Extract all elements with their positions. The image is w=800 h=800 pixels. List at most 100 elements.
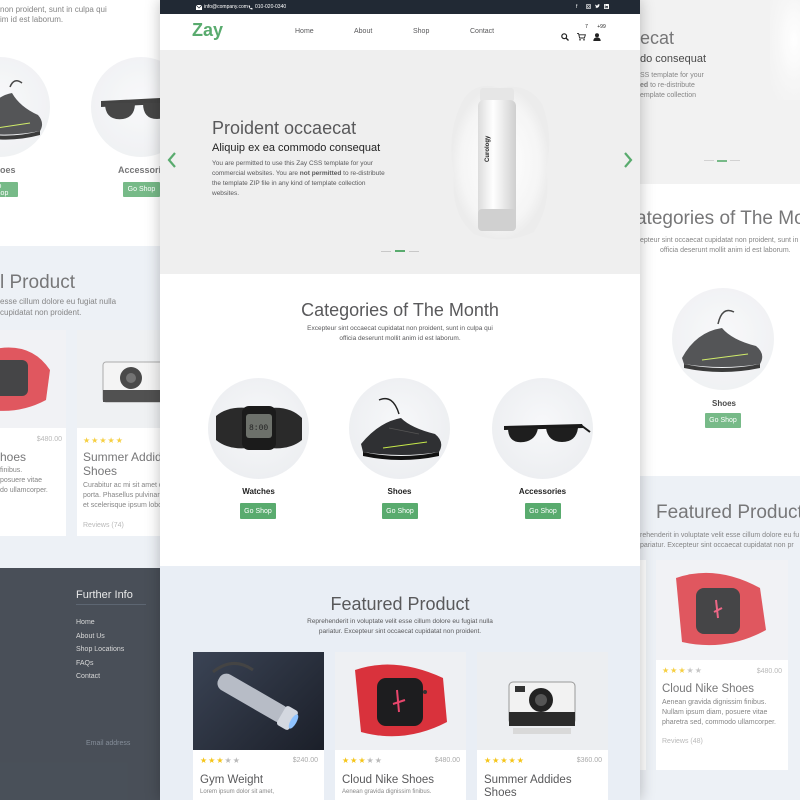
twitter-icon[interactable]	[595, 4, 600, 9]
user-badge: +99	[596, 22, 607, 31]
flashlight-icon	[212, 662, 299, 730]
categories-desc: Excepteur sint occaecat cupidatat non pr…	[307, 325, 493, 332]
bold-text: ed	[640, 82, 649, 89]
card-title: Cloud Nike Shoes	[662, 683, 755, 695]
svg-text:8:00: 8:00	[249, 424, 268, 433]
card-price: $480.00	[434, 757, 460, 764]
card-title: hoes	[0, 450, 27, 464]
hero-text: You are permitted to use this Zay CSS te…	[212, 159, 392, 199]
camera-icon	[508, 681, 576, 734]
card-text: et scelerisque ipsum lobor	[83, 502, 160, 509]
nav-about[interactable]: About	[354, 28, 372, 35]
smartwatch-icon	[0, 347, 50, 411]
nav-home[interactable]: Home	[295, 28, 314, 35]
left-product-card[interactable]: ★★★★★ Summer Addide Shoes Curabitur ac m…	[77, 330, 160, 536]
footer-link[interactable]: About Us	[76, 631, 105, 642]
facebook-icon[interactable]: f	[576, 4, 577, 10]
category-shoes-go-shop-button[interactable]: Go Shop	[382, 503, 418, 519]
categories-section: Categories of The Month Excepteur sint o…	[160, 274, 640, 566]
right-hero: ecat do consequat SS template for your e…	[640, 0, 800, 184]
carousel-indicator[interactable]	[381, 251, 391, 252]
category-accessories-go-shop-button[interactable]: Go Shop	[525, 503, 561, 519]
right-go-shop-button[interactable]: Go Shop	[705, 413, 741, 428]
shoe-icon	[361, 397, 442, 460]
camera-icon	[102, 361, 160, 403]
navbar: Zay Home About Shop Contact 7 +99	[160, 14, 640, 50]
footer-link[interactable]: Home	[76, 617, 95, 628]
watch-icon: 8:00	[216, 406, 302, 450]
email-text: info@company.com	[204, 4, 248, 10]
right-cat-desc: officia deserunt mollit anim id est labo…	[660, 247, 791, 254]
category-shoes-image[interactable]	[349, 378, 450, 479]
carousel-indicator[interactable]	[704, 160, 714, 161]
right-cat-title: ategories of The Mo	[640, 208, 800, 229]
footer-link[interactable]: Shop Locations	[76, 644, 124, 655]
category-watches-go-shop-button[interactable]: Go Shop	[240, 503, 276, 519]
prev-arrow-icon[interactable]	[167, 152, 177, 173]
card-title[interactable]: Gym Weight	[200, 774, 263, 787]
carousel-indicator-active[interactable]	[395, 250, 405, 252]
card-title[interactable]: Summer Addides	[484, 774, 572, 787]
rating-stars: ★★★★★	[342, 756, 383, 765]
left-featured-desc: esse cillum dolore eu fugiat nulla	[0, 297, 117, 306]
card-image	[193, 652, 324, 750]
left-go-shop-button[interactable]: Go Shop	[0, 182, 18, 197]
carousel-indicator[interactable]	[409, 251, 419, 252]
right-product-card[interactable]: ★★★★★ $480.00 Cloud Nike Shoes Aenean gr…	[656, 560, 788, 770]
product-card-summer-addides-shoes[interactable]: ★★★★★ $360.00 Summer Addides Shoes	[477, 652, 608, 800]
categories-desc: officia deserunt mollit anim id est labo…	[339, 335, 461, 342]
card-title[interactable]: Shoes	[484, 787, 517, 800]
footer-link[interactable]: Contact	[76, 671, 100, 682]
shoe-icon	[0, 80, 43, 140]
card-title: Shoes	[83, 464, 118, 478]
logo[interactable]: Zay	[192, 20, 223, 41]
topbar-phone[interactable]: 010-020-0340	[248, 4, 286, 10]
left-product-card[interactable]: $480.00 hoes finibus. posuere vitae do u…	[0, 330, 66, 536]
carousel-indicator-active[interactable]	[717, 160, 727, 162]
smartwatch-icon	[676, 572, 766, 646]
product-brand-label: Curology	[485, 135, 491, 162]
card-text: Aenean gravida dignissim finibus.	[342, 789, 432, 795]
shoe-icon	[682, 309, 763, 372]
carousel-indicator[interactable]	[730, 160, 740, 161]
search-icon[interactable]	[561, 28, 569, 46]
nav-contact[interactable]: Contact	[470, 28, 494, 35]
product-card-cloud-nike-shoes[interactable]: ★★★★★ $480.00 Cloud Nike Shoes Aenean gr…	[335, 652, 466, 800]
card-price: $480.00	[756, 668, 782, 675]
sunglasses-icon	[504, 424, 591, 443]
instagram-icon[interactable]	[586, 4, 591, 9]
category-watches-image[interactable]: 8:00	[208, 378, 309, 479]
email-field[interactable]: Email address	[86, 738, 130, 749]
card-title[interactable]: Cloud Nike Shoes	[342, 774, 434, 787]
left-accessories-circle	[91, 57, 160, 157]
next-arrow-icon[interactable]	[623, 152, 633, 173]
categories-title: Categories of The Month	[301, 300, 499, 320]
right-hero-text: emplate collection	[640, 92, 697, 99]
topbar-email[interactable]: info@company.com	[196, 4, 248, 10]
left-cat-accessories-label: Accessories	[118, 165, 160, 175]
left-go-shop-button[interactable]: Go Shop	[123, 182, 160, 197]
linkedin-icon[interactable]	[604, 4, 609, 9]
nav-shop[interactable]: Shop	[413, 28, 429, 35]
right-featured-section: Featured Product rehenderit in voluptate…	[640, 476, 800, 800]
card-text: pharetra sed, commodo ullamcorper.	[662, 719, 776, 726]
hero-product-image: Curology	[444, 74, 554, 246]
smartwatch-icon	[355, 664, 447, 737]
envelope-icon	[196, 4, 202, 10]
cart-badge: 7	[582, 22, 591, 31]
right-hero-title: ecat	[640, 28, 675, 48]
category-accessories-image[interactable]	[492, 378, 593, 479]
right-hero-subtitle: do consequat	[640, 53, 707, 65]
product-card-gym-weight[interactable]: ★★★★★ $240.00 Gym Weight Lorem ipsum dol…	[193, 652, 324, 800]
left-cat-shoes-label: oes	[0, 165, 16, 175]
phone-text: 010-020-0340	[255, 4, 287, 10]
rating-stars: ★★★★★	[484, 756, 525, 765]
footer-link[interactable]: FAQs	[76, 658, 94, 669]
hero-text-bold: not permitted	[299, 170, 342, 177]
card-title: Summer Addide	[83, 450, 160, 464]
card-image	[656, 560, 788, 660]
card-image	[77, 330, 160, 428]
category-accessories-label: Accessories	[518, 487, 567, 496]
left-featured-title: l Product	[0, 272, 75, 293]
card-price: $360.00	[576, 757, 602, 764]
